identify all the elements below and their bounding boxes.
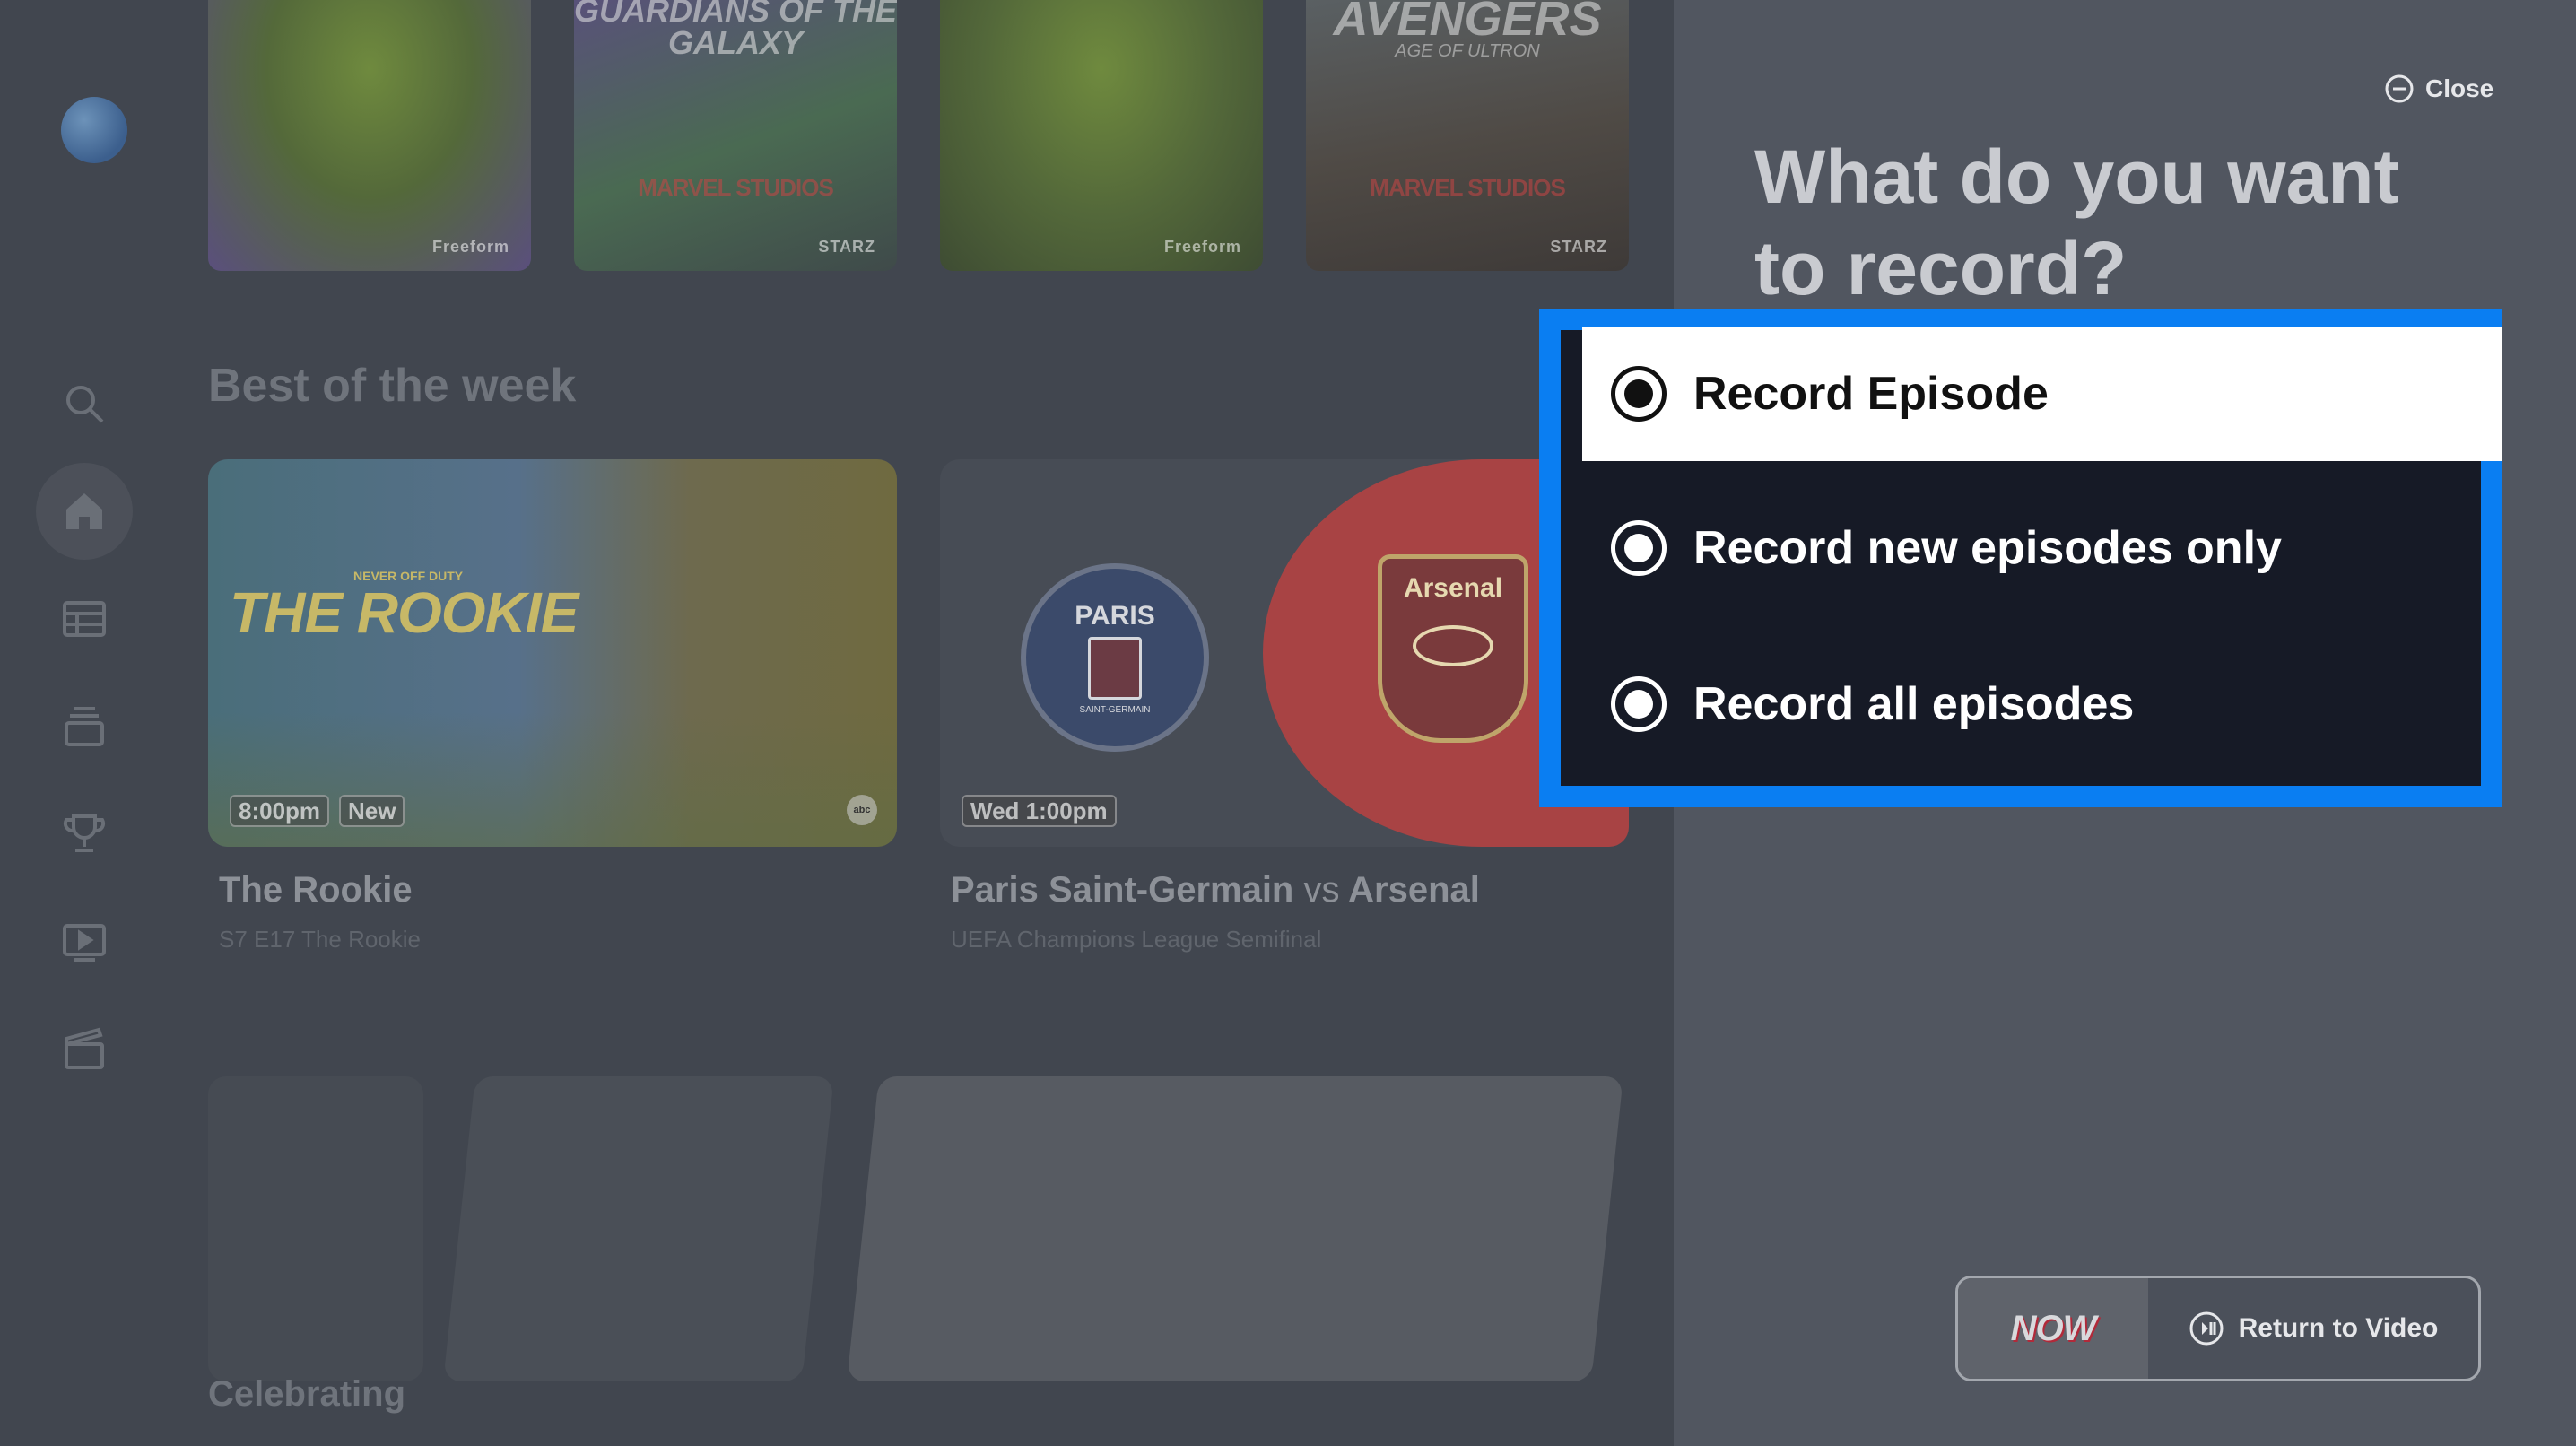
poster-card[interactable]: GUARDIANS OF THE GALAXY MARVEL STUDIOS S…: [574, 0, 897, 271]
card-title: Paris Saint-Germain vs Arsenal: [951, 870, 1480, 910]
studio-logo: MARVEL STUDIOS: [1370, 174, 1566, 201]
studio-logo: MARVEL STUDIOS: [638, 174, 834, 201]
option-record-episode[interactable]: Record Episode: [1582, 327, 2502, 461]
shrek-art: [940, 0, 1263, 271]
channel-brand: Freeform: [1163, 238, 1241, 256]
bottom-card[interactable]: [443, 1076, 834, 1381]
dvr-icon: [65, 707, 104, 746]
program-card-psg-arsenal[interactable]: PARIS SAINT-GERMAIN Arsenal Wed 1:00pm: [940, 459, 1629, 847]
screen: Freeform GUARDIANS OF THE GALAXY MARVEL …: [0, 0, 2576, 1446]
trophy-icon: [63, 814, 106, 852]
channel-brand: STARZ: [818, 238, 875, 256]
play-icon: [63, 924, 106, 962]
rookie-tagline: NEVER OFF DUTY: [353, 569, 464, 583]
new-badge: New: [339, 795, 405, 827]
return-label: Return to Video: [2238, 1313, 2439, 1343]
home-icon: [66, 493, 102, 529]
psg-crest: PARIS SAINT-GERMAIN: [1021, 563, 1209, 752]
card-subtitle: S7 E17 The Rookie: [219, 926, 421, 953]
search-icon: [66, 386, 104, 423]
option-label: Record new episodes only: [1693, 522, 2282, 574]
close-button[interactable]: Close: [2384, 74, 2493, 104]
arsenal-crest: Arsenal: [1378, 554, 1528, 743]
airtime-tag: 8:00pm: [230, 795, 330, 827]
radio-icon: [1611, 520, 1667, 576]
network-logo: abc: [847, 795, 877, 825]
option-label: Record Episode: [1693, 368, 2049, 420]
return-to-video-button[interactable]: NOW Return to Video: [1955, 1276, 2481, 1381]
card-title: The Rookie: [219, 870, 413, 910]
section-title: Celebrating: [208, 1374, 406, 1414]
sidebar: [0, 0, 179, 1446]
poster-title: AVENGERS: [1333, 0, 1602, 46]
card-subtitle: UEFA Champions League Semifinal: [951, 926, 1322, 953]
bottom-card[interactable]: [208, 1076, 423, 1381]
channel-brand: Freeform: [431, 238, 509, 256]
close-icon: [2385, 74, 2414, 103]
poster-subtitle: AGE OF ULTRON: [1395, 41, 1540, 61]
poster-title: GUARDIANS OF THE GALAXY: [574, 0, 897, 61]
nhl-now-logo: NOW: [2010, 1308, 2097, 1348]
shrek-art: [208, 0, 531, 271]
option-record-all-episodes[interactable]: Record all episodes: [1582, 637, 2502, 771]
airtime-tag: Wed 1:00pm: [962, 795, 1117, 827]
dialog-title: What do you want to record?: [1754, 135, 2399, 310]
background-app: Freeform GUARDIANS OF THE GALAXY MARVEL …: [0, 0, 1674, 1446]
clapper-icon: [65, 1027, 104, 1069]
poster-card[interactable]: Freeform: [940, 0, 1263, 271]
avatar[interactable]: [61, 97, 127, 163]
radio-selected-icon: [1611, 366, 1667, 422]
sidebar-item-dvr[interactable]: [36, 678, 133, 775]
section-title: Best of the week: [208, 360, 577, 412]
channel-brand: STARZ: [1550, 238, 1607, 256]
channel-logo: NOW: [1958, 1278, 2148, 1379]
sidebar-item-videos[interactable]: [36, 893, 133, 990]
sidebar-item-sports[interactable]: [36, 786, 133, 883]
guide-icon: [63, 601, 106, 637]
radio-icon: [1611, 676, 1667, 732]
sidebar-item-home[interactable]: [36, 463, 133, 560]
rookie-logo: THE ROOKIE: [230, 580, 579, 645]
close-label: Close: [2425, 74, 2494, 102]
bottom-row: [208, 1076, 1674, 1381]
poster-card[interactable]: AVENGERS AGE OF ULTRON MARVEL STUDIOS ST…: [1306, 0, 1629, 271]
sidebar-item-search[interactable]: [36, 355, 133, 452]
poster-card[interactable]: Freeform: [208, 0, 531, 271]
play-pause-icon: [2189, 1311, 2224, 1346]
option-label: Record all episodes: [1693, 678, 2135, 730]
record-options-dialog: Record Episode Record new episodes only …: [1539, 309, 2502, 807]
bottom-card[interactable]: [847, 1076, 1623, 1381]
sidebar-item-movies[interactable]: [36, 1001, 133, 1098]
option-record-new-episodes[interactable]: Record new episodes only: [1582, 481, 2502, 615]
sidebar-item-guide[interactable]: [36, 571, 133, 667]
program-card-rookie[interactable]: THE ROOKIE NEVER OFF DUTY 8:00pm New abc: [208, 459, 897, 847]
